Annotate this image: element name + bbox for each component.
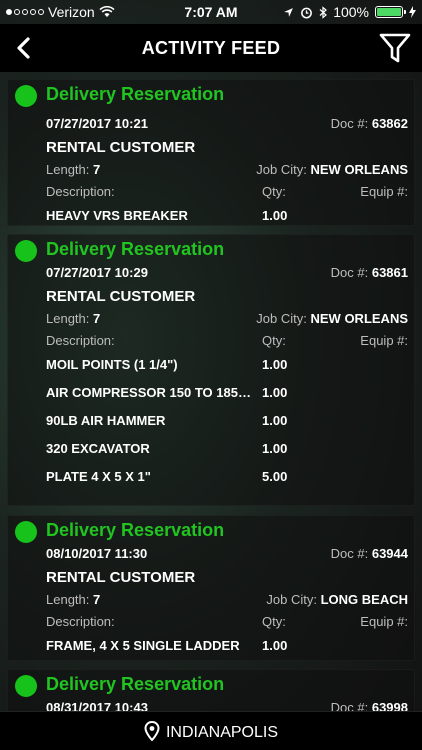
status-indicator [15, 675, 37, 697]
item-qty: 5.00 [262, 469, 288, 484]
filter-icon[interactable] [378, 30, 412, 66]
activity-feed[interactable]: Delivery Reservation 07/27/2017 10:21 Do… [0, 72, 422, 712]
location-name: INDIANAPOLIS [165, 724, 279, 741]
doc-label: Doc #: [330, 116, 369, 131]
customer-name: RENTAL CUSTOMER [46, 569, 196, 586]
line-item: 90LB AIR HAMMER 1.00 [46, 413, 408, 431]
activity-datetime: 07/27/2017 10:21 [46, 116, 148, 131]
item-description: PLATE 4 X 5 X 1" [46, 469, 151, 484]
status-indicator [15, 521, 37, 543]
doc-label: Doc #: [330, 265, 369, 280]
job-city-value: NEW ORLEANS [310, 162, 409, 177]
battery-percent: 100% [333, 4, 369, 20]
alarm-icon [301, 7, 313, 18]
activity-datetime: 07/27/2017 10:29 [46, 265, 148, 280]
job-city-value: NEW ORLEANS [310, 311, 409, 326]
battery-icon [375, 6, 406, 18]
item-description: FRAME, 4 X 5 SINGLE LADDER [46, 638, 240, 653]
item-description: 320 EXCAVATOR [46, 441, 150, 456]
doc-number: 63944 [371, 546, 408, 561]
activity-type: Delivery Reservation [46, 674, 225, 694]
activity-card[interactable]: Delivery Reservation 08/31/2017 10:43 Do… [7, 669, 415, 712]
job-city-label: Job City: [256, 162, 307, 177]
item-description: 90LB AIR HAMMER [46, 413, 166, 428]
map-pin-icon [144, 721, 160, 741]
line-item: PLATE 4 X 5 X 1" 5.00 [46, 469, 408, 487]
item-description: AIR COMPRESSOR 150 TO 185 CFM [46, 385, 251, 400]
item-qty: 1.00 [262, 357, 288, 372]
description-label: Description: [46, 333, 115, 348]
customer-name: RENTAL CUSTOMER [46, 288, 196, 305]
location-bar[interactable]: INDIANAPOLIS [0, 711, 422, 750]
activity-card[interactable]: Delivery Reservation 08/10/2017 11:30 Do… [7, 515, 415, 661]
status-bar: Verizon 7:07 AM 100% [0, 0, 422, 24]
status-indicator [15, 240, 37, 262]
item-qty: 1.00 [262, 413, 288, 428]
charging-icon [409, 6, 416, 18]
location-arrow-icon [284, 7, 294, 17]
activity-type: Delivery Reservation [46, 239, 225, 259]
doc-number: 63861 [371, 265, 408, 280]
equip-label: Equip #: [360, 333, 408, 348]
length-label: Length: [46, 162, 90, 177]
job-city-label: Job City: [266, 592, 317, 607]
activity-type: Delivery Reservation [46, 84, 225, 104]
status-right: 100% [283, 4, 416, 20]
equip-label: Equip #: [360, 614, 408, 629]
bluetooth-icon [319, 5, 328, 19]
line-item: MOIL POINTS (1 1/4") 1.00 [46, 357, 408, 375]
activity-card[interactable]: Delivery Reservation 07/27/2017 10:29 Do… [7, 234, 415, 506]
doc-number: 63862 [371, 116, 408, 131]
current-location[interactable]: INDIANAPOLIS [0, 721, 422, 742]
line-item: HEAVY VRS BREAKER 1.00 [46, 208, 408, 226]
length-value: 7 [93, 162, 101, 177]
job-city-value: LONG BEACH [320, 592, 408, 607]
line-item: FRAME, 4 X 5 SINGLE LADDER 1.00 [46, 638, 408, 656]
activity-card[interactable]: Delivery Reservation 07/27/2017 10:21 Do… [7, 79, 415, 226]
doc-label: Doc #: [330, 546, 369, 561]
description-label: Description: [46, 614, 115, 629]
length-value: 7 [93, 592, 101, 607]
line-item: 320 EXCAVATOR 1.00 [46, 441, 408, 459]
item-qty: 1.00 [262, 638, 288, 653]
nav-bar: ACTIVITY FEED [0, 24, 422, 72]
activity-type: Delivery Reservation [46, 520, 225, 540]
qty-label: Qty: [262, 333, 286, 348]
status-indicator [15, 85, 37, 107]
activity-datetime: 08/10/2017 11:30 [46, 546, 148, 561]
item-qty: 1.00 [262, 208, 288, 223]
length-label: Length: [46, 311, 90, 326]
qty-label: Qty: [262, 184, 286, 199]
qty-label: Qty: [262, 614, 286, 629]
length-value: 7 [93, 311, 101, 326]
page-title: ACTIVITY FEED [141, 38, 281, 58]
length-label: Length: [46, 592, 90, 607]
item-description: HEAVY VRS BREAKER [46, 208, 188, 223]
item-qty: 1.00 [262, 441, 288, 456]
job-city-label: Job City: [256, 311, 307, 326]
item-qty: 1.00 [262, 385, 288, 400]
customer-name: RENTAL CUSTOMER [46, 139, 196, 156]
item-description: MOIL POINTS (1 1/4") [46, 357, 178, 372]
line-item: AIR COMPRESSOR 150 TO 185 CFM 1.00 [46, 385, 408, 403]
equip-label: Equip #: [360, 184, 408, 199]
description-label: Description: [46, 184, 115, 199]
